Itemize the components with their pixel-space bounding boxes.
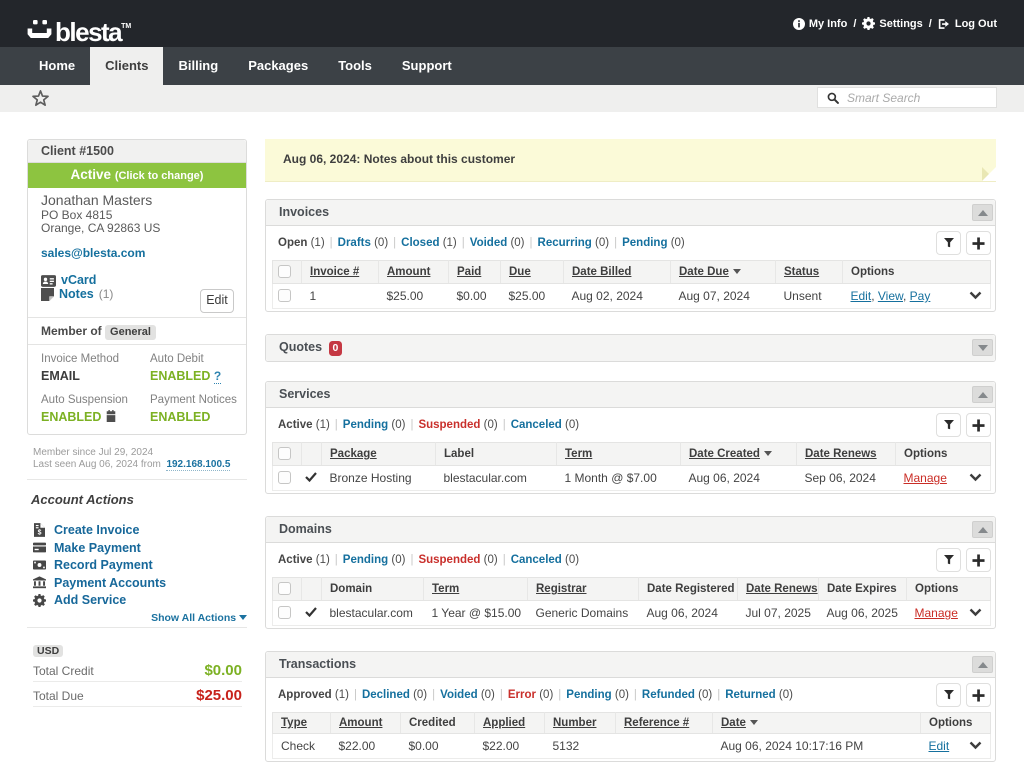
svg-text:$: $ [38, 529, 42, 536]
